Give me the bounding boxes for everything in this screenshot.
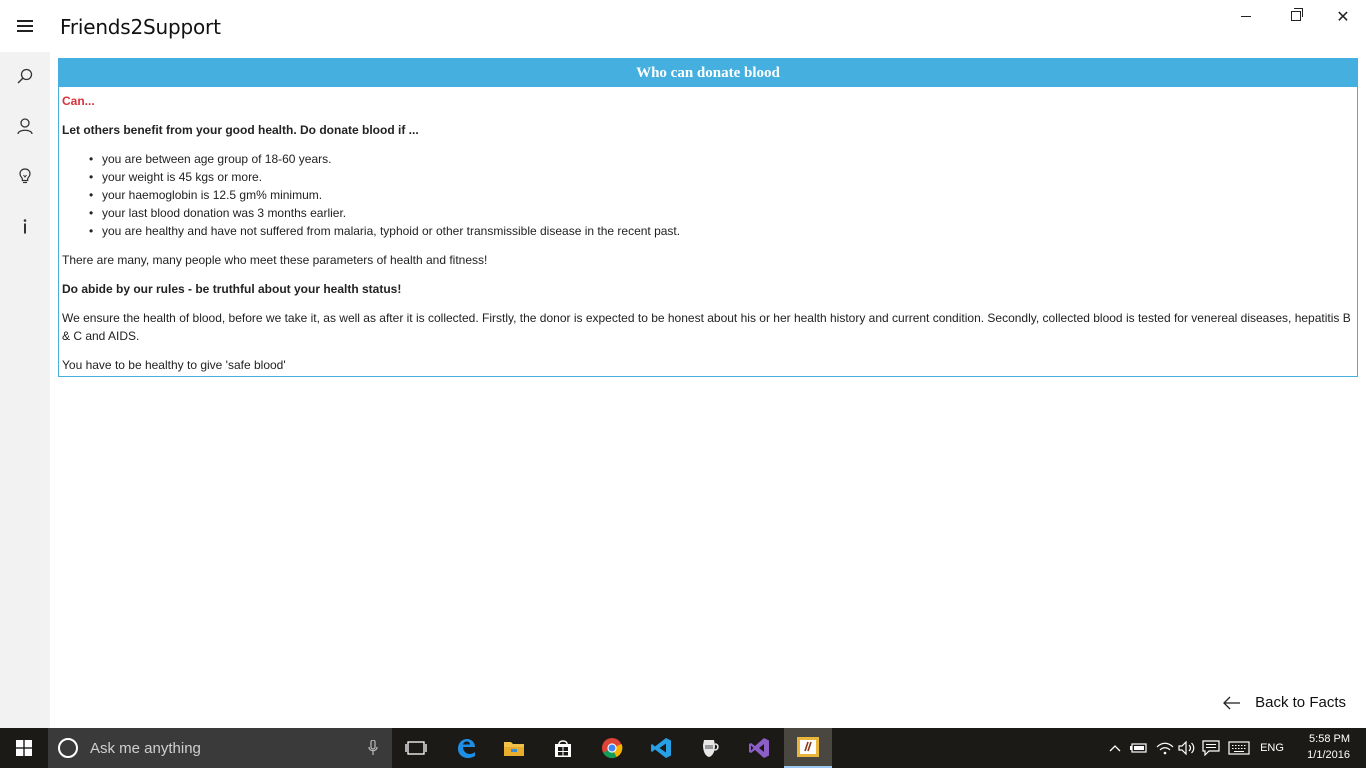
- volume-tray-button[interactable]: [1176, 728, 1198, 768]
- task-view-button[interactable]: [392, 728, 440, 768]
- lead-text: Let others benefit from your good health…: [62, 123, 419, 137]
- clock-time: 5:58 PM: [1309, 733, 1350, 745]
- chrome-taskbar-button[interactable]: [588, 728, 636, 768]
- list-item: you are between age group of 18-60 years…: [89, 150, 1354, 168]
- restore-button[interactable]: [1273, 0, 1319, 32]
- network-tray-button[interactable]: [1154, 728, 1176, 768]
- vs-code-taskbar-button[interactable]: [637, 728, 685, 768]
- ensure-text: We ensure the health of blood, before we…: [62, 311, 1351, 343]
- friends2support-app-icon: [797, 737, 819, 757]
- closing-text: You have to be healthy to give 'safe blo…: [62, 358, 286, 372]
- list-item: you are healthy and have not suffered fr…: [89, 222, 1354, 240]
- can-label: Can...: [62, 94, 95, 108]
- keyboard-icon: [1228, 741, 1250, 755]
- taskbar-clock[interactable]: 5:58 PM 1/1/2016: [1307, 731, 1350, 763]
- clock-date: 1/1/2016: [1307, 749, 1350, 761]
- file-explorer-taskbar-button[interactable]: [490, 728, 538, 768]
- battery-tray-button[interactable]: [1128, 728, 1150, 768]
- lightbulb-icon: [19, 168, 31, 184]
- speaker-icon: [1178, 741, 1195, 755]
- person-icon: [17, 118, 33, 135]
- chevron-up-icon: [1109, 745, 1121, 752]
- visual-studio-icon: [749, 738, 769, 758]
- note-text: There are many, many people who meet the…: [62, 253, 488, 267]
- cortana-search-box[interactable]: Ask me anything: [48, 728, 392, 768]
- donate-info-card: Who can donate blood Can... Let others b…: [58, 58, 1358, 377]
- edge-icon: [458, 739, 475, 758]
- info-icon: [23, 219, 27, 234]
- hamburger-menu-button[interactable]: [0, 0, 50, 52]
- start-button[interactable]: [0, 728, 48, 768]
- criteria-list: you are between age group of 18-60 years…: [62, 150, 1354, 240]
- nav-info-button[interactable]: [0, 202, 50, 250]
- restore-icon: [1291, 8, 1303, 21]
- keyboard-tray-button[interactable]: [1226, 728, 1252, 768]
- close-icon: ✕: [1336, 6, 1350, 26]
- minimize-icon: [1241, 15, 1251, 17]
- close-button[interactable]: ✕: [1320, 0, 1366, 32]
- minimize-button[interactable]: [1223, 0, 1269, 32]
- battery-icon: [1130, 743, 1147, 753]
- language-indicator[interactable]: ENG: [1256, 728, 1288, 768]
- hamburger-icon: [17, 25, 33, 27]
- search-placeholder: Ask me anything: [90, 739, 201, 757]
- store-icon: [555, 740, 571, 757]
- microphone-icon[interactable]: [368, 740, 378, 756]
- taskbar: Ask me anything ENG 5:58 PM 1/1/2016: [0, 728, 1366, 768]
- nav-rail: [0, 52, 50, 728]
- list-item: your haemoglobin is 12.5 gm% minimum.: [89, 186, 1354, 204]
- notification-icon: [1202, 740, 1220, 756]
- title-bar: Friends2Support ✕: [0, 0, 1366, 52]
- nav-profile-button[interactable]: [0, 102, 50, 150]
- file-explorer-icon: [504, 742, 524, 756]
- chrome-icon: [602, 738, 623, 759]
- task-view-icon: [405, 741, 427, 755]
- windows-logo-icon: [16, 740, 32, 756]
- jug-app-icon: [703, 740, 719, 757]
- back-arrow-icon: [1223, 696, 1241, 709]
- back-to-facts-label: Back to Facts: [1255, 694, 1346, 711]
- card-body: Can... Let others benefit from your good…: [59, 92, 1357, 374]
- jug-app-taskbar-button[interactable]: [686, 728, 734, 768]
- visual-studio-taskbar-button[interactable]: [735, 728, 783, 768]
- nav-facts-button[interactable]: [0, 152, 50, 200]
- rules-heading: Do abide by our rules - be truthful abou…: [62, 282, 402, 296]
- cortana-icon: [58, 738, 78, 758]
- action-center-button[interactable]: [1200, 728, 1222, 768]
- edge-taskbar-button[interactable]: [442, 728, 490, 768]
- wifi-icon: [1156, 742, 1174, 755]
- vs-code-icon: [651, 738, 671, 758]
- store-taskbar-button[interactable]: [539, 728, 587, 768]
- nav-search-button[interactable]: [0, 52, 50, 100]
- show-hidden-icons-button[interactable]: [1106, 728, 1124, 768]
- back-to-facts-button[interactable]: Back to Facts: [1223, 694, 1346, 711]
- list-item: your last blood donation was 3 months ea…: [89, 204, 1354, 222]
- app-title: Friends2Support: [60, 15, 221, 39]
- friends2support-taskbar-button[interactable]: [784, 728, 832, 768]
- card-title: Who can donate blood: [59, 59, 1357, 87]
- search-icon: [17, 68, 33, 84]
- list-item: your weight is 45 kgs or more.: [89, 168, 1354, 186]
